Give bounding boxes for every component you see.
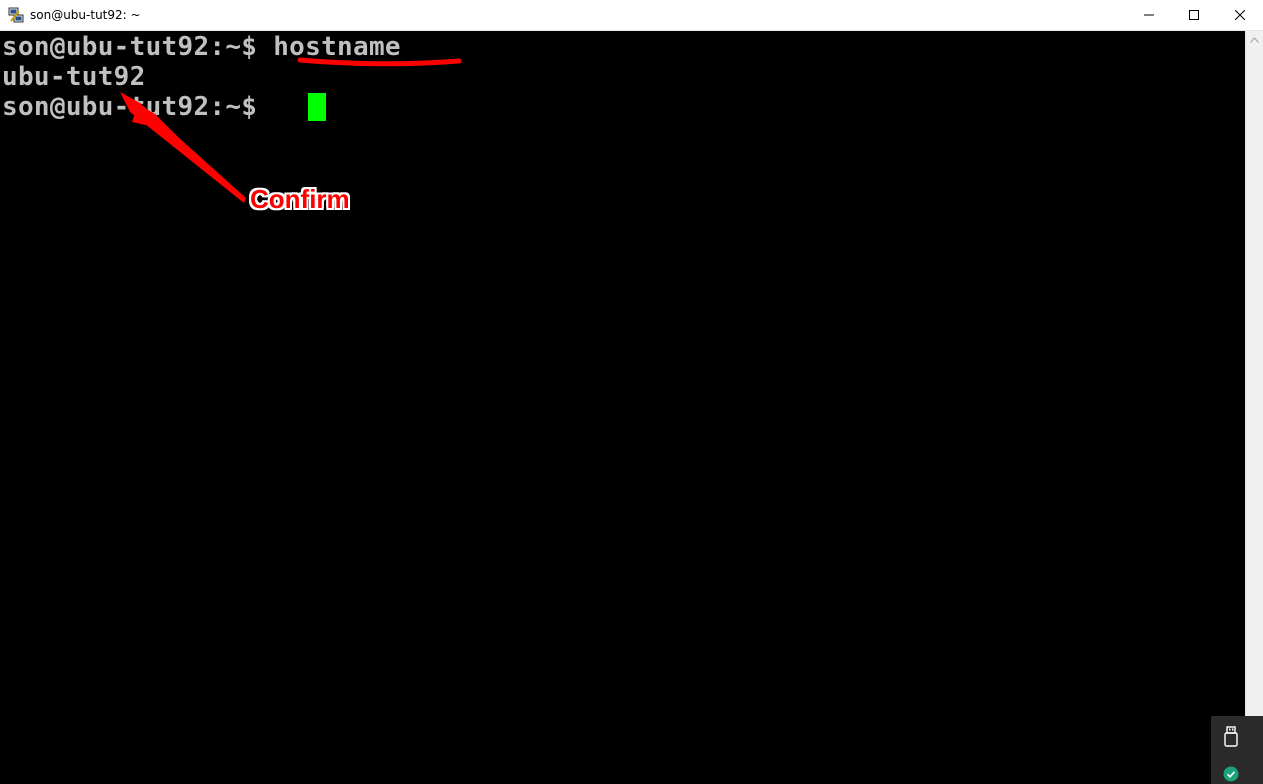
maximize-icon — [1189, 10, 1199, 20]
close-icon — [1235, 10, 1245, 20]
shell-prompt: son@ubu-tut92:~$ — [2, 32, 274, 62]
terminal-line: son@ubu-tut92:~$ — [2, 92, 273, 122]
usb-icon[interactable] — [1222, 726, 1240, 748]
text-cursor — [308, 93, 326, 121]
putty-app-icon[interactable] — [8, 7, 24, 23]
terminal-screen[interactable]: son@ubu-tut92:~$ hostname ubu-tut92 son@… — [0, 31, 1245, 784]
title-bar[interactable]: son@ubu-tut92: ~ — [0, 0, 1263, 31]
minimize-button[interactable] — [1126, 0, 1172, 30]
typed-command: hostname — [273, 32, 401, 62]
chevron-up-icon — [1250, 36, 1259, 43]
command-output: ubu-tut92 — [2, 62, 146, 92]
terminal-line: ubu-tut92 — [2, 62, 146, 92]
terminal-line: son@ubu-tut92:~$ hostname — [2, 32, 401, 62]
shell-prompt: son@ubu-tut92:~$ — [2, 92, 274, 122]
security-shield-icon[interactable] — [1223, 766, 1239, 782]
vertical-scrollbar[interactable] — [1245, 31, 1263, 784]
close-button[interactable] — [1217, 0, 1263, 30]
window-title: son@ubu-tut92: ~ — [30, 8, 141, 22]
annotation-label: Confirm — [250, 184, 350, 214]
scroll-up-button[interactable] — [1246, 31, 1263, 48]
maximize-button[interactable] — [1171, 0, 1217, 30]
terminal-window: son@ubu-tut92: ~ son@ubu-tut92:~$ hostna… — [0, 0, 1263, 784]
minimize-icon — [1144, 14, 1154, 16]
